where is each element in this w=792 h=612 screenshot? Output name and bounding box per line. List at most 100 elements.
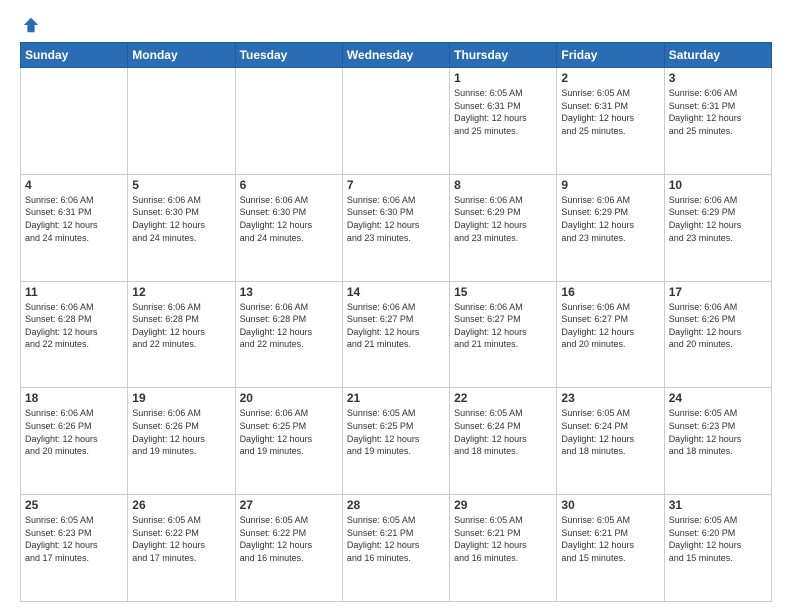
day-number: 1 xyxy=(454,71,552,85)
day-info: Sunrise: 6:06 AM Sunset: 6:31 PM Dayligh… xyxy=(25,194,123,244)
calendar-cell: 29 Sunrise: 6:05 AM Sunset: 6:21 PM Dayli… xyxy=(450,495,557,602)
day-info: Sunrise: 6:05 AM Sunset: 6:21 PM Dayligh… xyxy=(347,514,445,564)
day-number: 28 xyxy=(347,498,445,512)
calendar-cell: 23 Sunrise: 6:05 AM Sunset: 6:24 PM Dayli… xyxy=(557,388,664,495)
day-number: 20 xyxy=(240,391,338,405)
calendar-cell: 27Sunrise: 6:05 AM Sunset: 6:22 PM Dayli… xyxy=(235,495,342,602)
calendar-cell: 31 Sunrise: 6:05 AM Sunset: 6:20 PM Dayli… xyxy=(664,495,771,602)
day-info: Sunrise: 6:05 AM Sunset: 6:22 PM Dayligh… xyxy=(240,514,338,564)
week-row-3: 11 Sunrise: 6:06 AM Sunset: 6:28 PM Dayli… xyxy=(21,281,772,388)
weekday-tuesday: Tuesday xyxy=(235,43,342,68)
page: SundayMondayTuesdayWednesdayThursdayFrid… xyxy=(0,0,792,612)
day-number: 21 xyxy=(347,391,445,405)
day-info: Sunrise: 6:05 AM Sunset: 6:31 PM Dayligh… xyxy=(454,87,552,137)
logo-text xyxy=(20,16,40,34)
day-info: Sunrise: 6:05 AM Sunset: 6:25 PM Dayligh… xyxy=(347,407,445,457)
day-number: 18 xyxy=(25,391,123,405)
header xyxy=(20,16,772,34)
day-info: Sunrise: 6:05 AM Sunset: 6:22 PM Dayligh… xyxy=(132,514,230,564)
week-row-5: 25 Sunrise: 6:05 AM Sunset: 6:23 PM Dayli… xyxy=(21,495,772,602)
calendar-cell: 18 Sunrise: 6:06 AM Sunset: 6:26 PM Dayli… xyxy=(21,388,128,495)
day-number: 12 xyxy=(132,285,230,299)
day-number: 11 xyxy=(25,285,123,299)
calendar-cell: 2 Sunrise: 6:05 AM Sunset: 6:31 PM Daylig… xyxy=(557,68,664,175)
day-info: Sunrise: 6:05 AM Sunset: 6:21 PM Dayligh… xyxy=(454,514,552,564)
calendar-cell: 17 Sunrise: 6:06 AM Sunset: 6:26 PM Dayli… xyxy=(664,281,771,388)
day-info: Sunrise: 6:06 AM Sunset: 6:29 PM Dayligh… xyxy=(561,194,659,244)
calendar-cell: 22Sunrise: 6:05 AM Sunset: 6:24 PM Dayli… xyxy=(450,388,557,495)
day-number: 26 xyxy=(132,498,230,512)
calendar-cell: 21 Sunrise: 6:05 AM Sunset: 6:25 PM Dayli… xyxy=(342,388,449,495)
calendar-cell: 3 Sunrise: 6:06 AM Sunset: 6:31 PM Daylig… xyxy=(664,68,771,175)
day-number: 7 xyxy=(347,178,445,192)
day-info: Sunrise: 6:05 AM Sunset: 6:31 PM Dayligh… xyxy=(561,87,659,137)
day-info: Sunrise: 6:06 AM Sunset: 6:31 PM Dayligh… xyxy=(669,87,767,137)
calendar-cell: 28 Sunrise: 6:05 AM Sunset: 6:21 PM Dayli… xyxy=(342,495,449,602)
calendar-cell: 4 Sunrise: 6:06 AM Sunset: 6:31 PM Daylig… xyxy=(21,174,128,281)
calendar-cell xyxy=(128,68,235,175)
day-info: Sunrise: 6:05 AM Sunset: 6:23 PM Dayligh… xyxy=(25,514,123,564)
calendar-cell: 12 Sunrise: 6:06 AM Sunset: 6:28 PM Dayli… xyxy=(128,281,235,388)
calendar-cell: 16 Sunrise: 6:06 AM Sunset: 6:27 PM Dayli… xyxy=(557,281,664,388)
calendar-cell: 9 Sunrise: 6:06 AM Sunset: 6:29 PM Daylig… xyxy=(557,174,664,281)
day-info: Sunrise: 6:05 AM Sunset: 6:21 PM Dayligh… xyxy=(561,514,659,564)
calendar-cell: 19 Sunrise: 6:06 AM Sunset: 6:26 PM Dayli… xyxy=(128,388,235,495)
day-number: 6 xyxy=(240,178,338,192)
calendar-cell: 20 Sunrise: 6:06 AM Sunset: 6:25 PM Dayli… xyxy=(235,388,342,495)
calendar-cell: 5Sunrise: 6:06 AM Sunset: 6:30 PM Daylig… xyxy=(128,174,235,281)
weekday-header-row: SundayMondayTuesdayWednesdayThursdayFrid… xyxy=(21,43,772,68)
day-info: Sunrise: 6:05 AM Sunset: 6:24 PM Dayligh… xyxy=(454,407,552,457)
day-number: 2 xyxy=(561,71,659,85)
day-info: Sunrise: 6:06 AM Sunset: 6:28 PM Dayligh… xyxy=(25,301,123,351)
calendar-cell: 11 Sunrise: 6:06 AM Sunset: 6:28 PM Dayli… xyxy=(21,281,128,388)
calendar-cell: 6 Sunrise: 6:06 AM Sunset: 6:30 PM Daylig… xyxy=(235,174,342,281)
calendar-cell: 13Sunrise: 6:06 AM Sunset: 6:28 PM Dayli… xyxy=(235,281,342,388)
calendar-cell: 1 Sunrise: 6:05 AM Sunset: 6:31 PM Daylig… xyxy=(450,68,557,175)
day-info: Sunrise: 6:06 AM Sunset: 6:26 PM Dayligh… xyxy=(25,407,123,457)
day-number: 8 xyxy=(454,178,552,192)
day-number: 19 xyxy=(132,391,230,405)
day-number: 29 xyxy=(454,498,552,512)
calendar-cell: 14 Sunrise: 6:06 AM Sunset: 6:27 PM Dayli… xyxy=(342,281,449,388)
day-info: Sunrise: 6:06 AM Sunset: 6:28 PM Dayligh… xyxy=(240,301,338,351)
day-number: 3 xyxy=(669,71,767,85)
day-info: Sunrise: 6:06 AM Sunset: 6:30 PM Dayligh… xyxy=(240,194,338,244)
day-info: Sunrise: 6:05 AM Sunset: 6:20 PM Dayligh… xyxy=(669,514,767,564)
day-info: Sunrise: 6:06 AM Sunset: 6:30 PM Dayligh… xyxy=(347,194,445,244)
day-info: Sunrise: 6:06 AM Sunset: 6:26 PM Dayligh… xyxy=(132,407,230,457)
day-number: 23 xyxy=(561,391,659,405)
day-info: Sunrise: 6:06 AM Sunset: 6:27 PM Dayligh… xyxy=(454,301,552,351)
day-number: 15 xyxy=(454,285,552,299)
calendar-cell: 10 Sunrise: 6:06 AM Sunset: 6:29 PM Dayli… xyxy=(664,174,771,281)
day-info: Sunrise: 6:06 AM Sunset: 6:27 PM Dayligh… xyxy=(347,301,445,351)
calendar-cell: 8 Sunrise: 6:06 AM Sunset: 6:29 PM Daylig… xyxy=(450,174,557,281)
day-number: 4 xyxy=(25,178,123,192)
day-info: Sunrise: 6:06 AM Sunset: 6:28 PM Dayligh… xyxy=(132,301,230,351)
calendar-cell xyxy=(21,68,128,175)
logo-icon xyxy=(22,16,40,34)
day-number: 9 xyxy=(561,178,659,192)
day-info: Sunrise: 6:06 AM Sunset: 6:29 PM Dayligh… xyxy=(454,194,552,244)
day-info: Sunrise: 6:06 AM Sunset: 6:27 PM Dayligh… xyxy=(561,301,659,351)
day-number: 17 xyxy=(669,285,767,299)
calendar-cell: 30Sunrise: 6:05 AM Sunset: 6:21 PM Dayli… xyxy=(557,495,664,602)
calendar-cell xyxy=(342,68,449,175)
day-info: Sunrise: 6:06 AM Sunset: 6:29 PM Dayligh… xyxy=(669,194,767,244)
day-number: 31 xyxy=(669,498,767,512)
day-number: 25 xyxy=(25,498,123,512)
day-number: 14 xyxy=(347,285,445,299)
day-info: Sunrise: 6:06 AM Sunset: 6:25 PM Dayligh… xyxy=(240,407,338,457)
calendar-cell xyxy=(235,68,342,175)
day-number: 10 xyxy=(669,178,767,192)
day-info: Sunrise: 6:06 AM Sunset: 6:30 PM Dayligh… xyxy=(132,194,230,244)
day-number: 16 xyxy=(561,285,659,299)
weekday-thursday: Thursday xyxy=(450,43,557,68)
day-info: Sunrise: 6:05 AM Sunset: 6:23 PM Dayligh… xyxy=(669,407,767,457)
week-row-4: 18 Sunrise: 6:06 AM Sunset: 6:26 PM Dayli… xyxy=(21,388,772,495)
day-number: 24 xyxy=(669,391,767,405)
day-info: Sunrise: 6:06 AM Sunset: 6:26 PM Dayligh… xyxy=(669,301,767,351)
calendar-cell: 26 Sunrise: 6:05 AM Sunset: 6:22 PM Dayli… xyxy=(128,495,235,602)
calendar-cell: 15 Sunrise: 6:06 AM Sunset: 6:27 PM Dayli… xyxy=(450,281,557,388)
day-info: Sunrise: 6:05 AM Sunset: 6:24 PM Dayligh… xyxy=(561,407,659,457)
weekday-friday: Friday xyxy=(557,43,664,68)
